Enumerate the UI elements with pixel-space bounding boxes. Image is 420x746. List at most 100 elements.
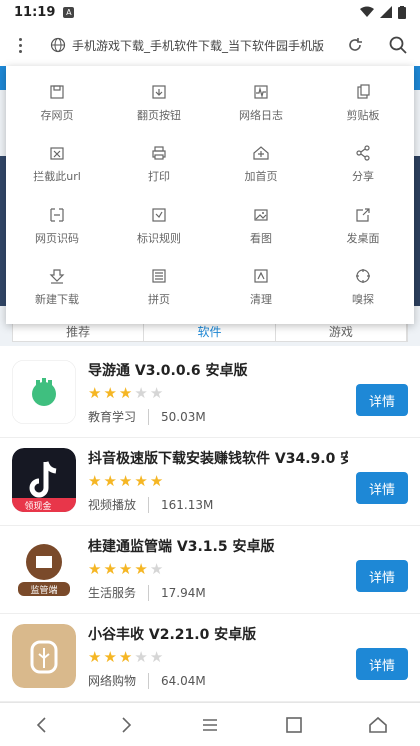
forward-icon[interactable]: [116, 715, 136, 735]
back-icon[interactable]: [32, 715, 52, 735]
app-name[interactable]: 桂建通监管端 V3.1.5 安卓版: [88, 536, 348, 556]
menu-item-label: 发桌面: [346, 231, 380, 245]
share-icon: [356, 145, 370, 161]
tabs-icon[interactable]: [284, 715, 304, 735]
app-rating: ★ ★ ★ ★ ★: [88, 474, 163, 489]
menu-item-label: 存网页: [40, 108, 74, 122]
menu-item-network-log[interactable]: 网络日志: [210, 72, 312, 134]
tab-recommend[interactable]: 推荐: [13, 321, 145, 341]
details-button[interactable]: 详情: [356, 384, 408, 416]
details-button[interactable]: 详情: [356, 472, 408, 504]
app-icon[interactable]: 领现金: [12, 448, 76, 512]
menu-item-print[interactable]: 打印: [108, 134, 210, 196]
menu-item-share[interactable]: 分享: [312, 134, 414, 196]
send-desktop-icon: [356, 208, 370, 222]
new-download-icon: [49, 269, 65, 284]
rating-star-icon: ★: [103, 648, 117, 666]
menu-item-label: 看图: [250, 231, 272, 245]
rating-star-icon: ★: [118, 648, 133, 666]
browser-toolbar: 手机游戏下载_手机软件下载_当下软件园手机版: [0, 24, 420, 66]
app-size: 64.04M: [161, 673, 206, 688]
app-category: 视频播放: [88, 498, 137, 512]
menu-item-label: 拼页: [148, 293, 170, 307]
app-list: 导游通 V3.0.0.6 安卓版 ★ ★ ★ ★ ★ 教育学习 50.03M 详情 领现金 抖音极速…: [0, 350, 420, 702]
app-list-item[interactable]: 小谷丰收 V2.21.0 安卓版 ★ ★ ★ ★ ★ 网络购物 64.04M 详情: [0, 614, 420, 702]
status-bar: 11:19 A: [0, 0, 420, 24]
app-list-item[interactable]: 监管端 桂建通监管端 V3.1.5 安卓版 ★ ★ ★ ★ ★ 生活服务 17.94M 详情: [0, 526, 420, 614]
menu-item-new-download[interactable]: 新建下载: [6, 257, 108, 319]
rating-star-icon: ★: [88, 472, 102, 490]
rating-star-icon: ★: [103, 560, 117, 578]
merge-page-icon: [152, 269, 166, 283]
app-name[interactable]: 导游通 V3.0.0.6 安卓版: [88, 360, 348, 380]
details-button[interactable]: 详情: [356, 648, 408, 680]
search-icon[interactable]: [388, 35, 408, 55]
app-icon[interactable]: 监管端: [12, 536, 76, 600]
app-size: 50.03M: [161, 409, 206, 424]
network-log-icon: [254, 85, 268, 99]
divider: [148, 584, 150, 601]
menu-item-clipboard[interactable]: 剪贴板: [312, 72, 414, 134]
save-icon: [50, 85, 64, 99]
menu-item-save[interactable]: 存网页: [6, 72, 108, 134]
app-category: 教育学习: [88, 410, 137, 424]
app-meta: 网络购物 64.04M: [88, 672, 206, 689]
divider: [148, 672, 150, 689]
bottom-nav-bar: [0, 702, 420, 746]
rating-star-icon: ★: [149, 560, 164, 578]
menu-item-view-image[interactable]: 看图: [210, 195, 312, 257]
menu-item-label: 加首页: [244, 170, 278, 184]
add-home-icon: [253, 146, 269, 160]
menu-item-label: 新建下载: [35, 293, 79, 307]
menu-item-label: 嗅探: [352, 293, 374, 307]
app-meta: 生活服务 17.94M: [88, 584, 206, 601]
status-icons: [360, 5, 406, 19]
menu-item-sniff[interactable]: 嗅探: [312, 257, 414, 319]
tab-games[interactable]: 游戏: [276, 321, 407, 341]
app-rating: ★ ★ ★ ★ ★: [88, 562, 163, 577]
app-list-item[interactable]: 领现金 抖音极速版下载安装赚钱软件 V34.9.0 安 ★ ★ ★ ★ ★ 视频播放 161.1…: [0, 438, 420, 526]
menu-item-label: 标识规则: [137, 231, 181, 245]
app-icon[interactable]: [12, 360, 76, 424]
rating-star-icon: ★: [134, 472, 148, 490]
menu-item-label: 剪贴板: [346, 108, 380, 122]
app-name[interactable]: 抖音极速版下载安装赚钱软件 V34.9.0 安: [88, 448, 348, 468]
more-menu-button[interactable]: [8, 33, 32, 57]
menu-item-clean[interactable]: 清理: [210, 257, 312, 319]
app-icon[interactable]: [12, 624, 76, 688]
menu-icon[interactable]: [200, 715, 220, 735]
print-icon: [152, 146, 166, 160]
app-category: 网络购物: [88, 674, 137, 688]
menu-item-add-home[interactable]: 加首页: [210, 134, 312, 196]
rating-star-icon: ★: [103, 384, 117, 402]
clean-icon: [254, 269, 268, 283]
app-size: 161.13M: [161, 497, 214, 512]
app-list-item[interactable]: 导游通 V3.0.0.6 安卓版 ★ ★ ★ ★ ★ 教育学习 50.03M 详情: [0, 350, 420, 438]
home-icon[interactable]: [368, 715, 388, 735]
menu-item-label: 分享: [352, 170, 374, 184]
app-icon-badge: 监管端: [30, 584, 57, 596]
tab-software[interactable]: 软件: [144, 321, 276, 341]
address-bar[interactable]: 手机游戏下载_手机软件下载_当下软件园手机版: [50, 30, 340, 60]
app-rating: ★ ★ ★ ★ ★: [88, 386, 163, 401]
menu-item-scan-code[interactable]: 网页识码: [6, 195, 108, 257]
rating-star-icon: ★: [149, 472, 164, 490]
details-button[interactable]: 详情: [356, 560, 408, 592]
menu-item-send-desktop[interactable]: 发桌面: [312, 195, 414, 257]
app-category: 生活服务: [88, 586, 137, 600]
menu-item-merge-page[interactable]: 拼页: [108, 257, 210, 319]
menu-item-mark-rule[interactable]: 标识规则: [108, 195, 210, 257]
rating-star-icon: ★: [149, 384, 164, 402]
rating-star-icon: ★: [103, 472, 117, 490]
overflow-menu: 存网页 翻页按钮 网络日志 剪贴板拦截此url 打印 加首页 分享网页识码 标识规则 看图 发桌面…: [6, 66, 414, 324]
divider: [148, 496, 150, 513]
menu-item-page-turn[interactable]: 翻页按钮: [108, 72, 210, 134]
reload-icon[interactable]: [346, 36, 364, 54]
signal-icon: [380, 6, 392, 18]
scan-code-icon: [50, 208, 64, 222]
rating-star-icon: ★: [88, 648, 102, 666]
rating-star-icon: ★: [118, 472, 133, 490]
app-name[interactable]: 小谷丰收 V2.21.0 安卓版: [88, 624, 348, 644]
menu-item-label: 网页识码: [35, 231, 79, 245]
menu-item-block-url[interactable]: 拦截此url: [6, 134, 108, 196]
